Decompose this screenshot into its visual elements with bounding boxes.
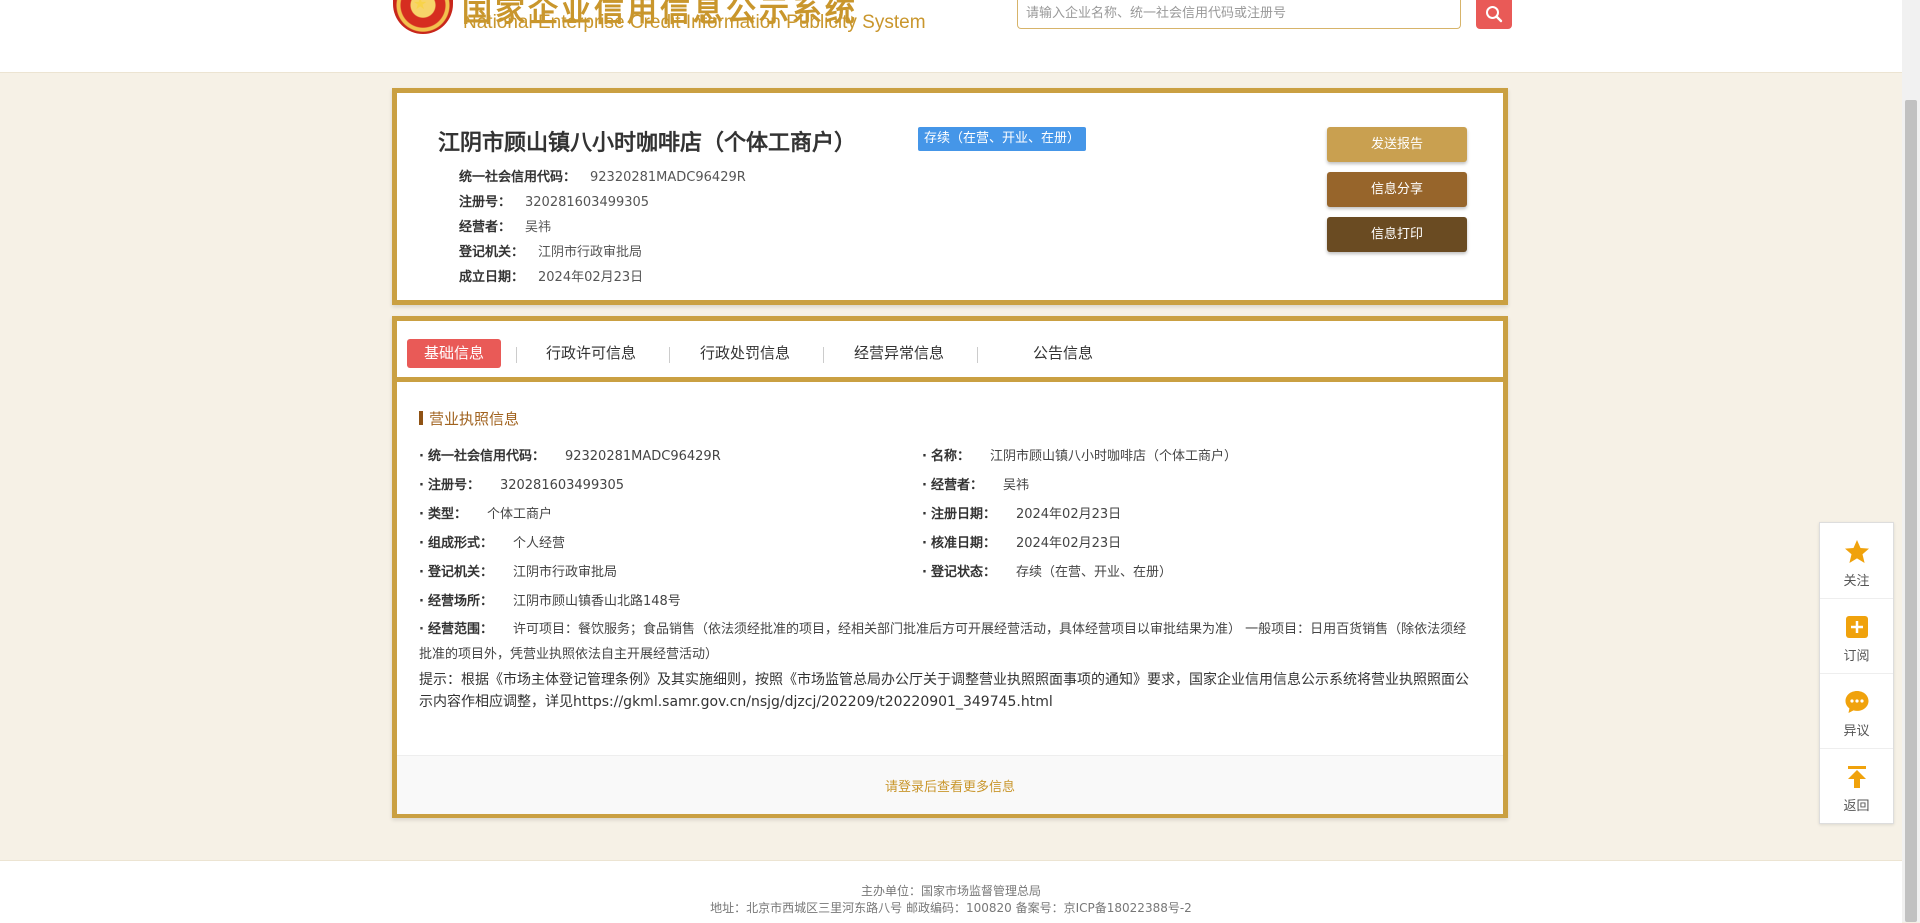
summary-value: 320281603499305: [525, 195, 650, 210]
side-toolbar: 关注 订阅 异议 返回: [1819, 522, 1894, 824]
comment-icon: [1845, 691, 1869, 713]
tab-abnormal-operation[interactable]: 经营异常信息: [854, 339, 944, 368]
subscribe-icon: [1846, 616, 1868, 638]
more-info-area: 请登录后查看更多信息: [397, 755, 1503, 814]
detail-panel: 基础信息 行政许可信息 行政处罚信息 经营异常信息 公告信息 营业执照信息 · 统…: [392, 316, 1508, 818]
field-value: 存续（在营、开业、在册）: [1015, 565, 1172, 580]
field-label: 登记状态：: [930, 565, 996, 580]
site-title-en: National Enterprise Credit Information P…: [463, 12, 926, 33]
summary-value: 江阴市行政审批局: [538, 245, 643, 260]
site-header: ★ 国家企业信用信息公示系统 National Enterprise Credi…: [0, 0, 1902, 73]
status-badge: 存续（在营、开业、在册）: [918, 127, 1087, 151]
share-button[interactable]: 信息分享: [1327, 172, 1467, 207]
footer-organizer: 主办单位：国家市场监督管理总局: [860, 884, 1041, 898]
field-label: 注册日期：: [930, 507, 996, 522]
tab-separator: [977, 347, 978, 363]
summary-label: 经营者：: [459, 220, 512, 235]
summary-label: 统一社会信用代码：: [459, 170, 577, 185]
side-item-label: 关注: [1843, 574, 1870, 589]
field-operator: · 经营者： 吴祎: [922, 478, 1029, 493]
field-approval-date: · 核准日期： 2024年02月23日: [922, 536, 1122, 551]
field-value: 江阴市顾山镇香山北路148号: [512, 594, 681, 609]
search-input[interactable]: [1018, 0, 1454, 26]
field-label: 经营场所：: [427, 594, 493, 609]
field-label: 登记机关：: [427, 565, 493, 580]
field-value: 个体工商户: [486, 507, 552, 522]
tab-bar: 基础信息 行政许可信息 行政处罚信息 经营异常信息 公告信息: [397, 321, 1503, 382]
field-label: 统一社会信用代码：: [427, 449, 545, 464]
page-scrollbar[interactable]: [1902, 0, 1920, 922]
tab-admin-penalty[interactable]: 行政处罚信息: [700, 339, 790, 368]
summary-value: 吴祎: [525, 220, 552, 235]
side-item-label: 订阅: [1843, 649, 1870, 664]
site-footer: 主办单位：国家市场监督管理总局 地址：北京市西城区三里河东路八号 邮政编码：10…: [0, 860, 1902, 923]
objection-button[interactable]: 异议: [1820, 673, 1893, 749]
search-icon: [1486, 6, 1503, 23]
tab-admin-license[interactable]: 行政许可信息: [546, 339, 636, 368]
back-to-top-button[interactable]: 返回: [1820, 748, 1893, 823]
field-reg-status: · 登记状态： 存续（在营、开业、在册）: [922, 565, 1172, 580]
summary-label: 成立日期：: [459, 270, 525, 285]
tab-announcements[interactable]: 公告信息: [1033, 339, 1093, 368]
summary-credit-code: 统一社会信用代码： 92320281MADC96429R: [459, 166, 746, 185]
tab-separator: [516, 347, 517, 363]
company-name: 江阴市顾山镇八小时咖啡店（个体工商户）: [438, 131, 857, 156]
summary-label: 注册号：: [459, 195, 512, 210]
login-more-link[interactable]: 请登录后查看更多信息: [397, 776, 1503, 795]
footer-address: 地址：北京市西城区三里河东路八号 邮政编码：100820 备案号：京ICP备18…: [710, 901, 1192, 915]
field-value: 2024年02月23日: [1015, 507, 1122, 522]
notice-text: 提示：根据《市场主体登记管理条例》及其实施细则，按照《市场监管总局办公厅关于调整…: [419, 672, 1469, 710]
print-button[interactable]: 信息打印: [1327, 217, 1467, 252]
field-reg-date: · 注册日期： 2024年02月23日: [922, 507, 1122, 522]
field-value: 吴祎: [1002, 478, 1029, 493]
section-title-text: 营业执照信息: [429, 410, 520, 428]
summary-value: 2024年02月23日: [538, 270, 644, 285]
summary-label: 登记机关：: [459, 245, 525, 260]
field-label: 核准日期：: [930, 536, 996, 551]
field-value: 个人经营: [512, 536, 565, 551]
section-marker: [419, 411, 423, 425]
field-authority: · 登记机关： 江阴市行政审批局: [419, 565, 617, 580]
follow-button[interactable]: 关注: [1820, 523, 1893, 599]
search-box: [1017, 0, 1461, 29]
field-value: 2024年02月23日: [1015, 536, 1122, 551]
field-business-scope: · 经营范围： 许可项目：餐饮服务；食品销售（依法须经批准的项目，经相关部门批准后方…: [419, 622, 1467, 662]
field-label: 注册号：: [427, 478, 480, 493]
search-button[interactable]: [1476, 0, 1512, 29]
field-label: 组成形式：: [427, 536, 493, 551]
side-item-label: 异议: [1843, 724, 1870, 739]
summary-reg-no: 注册号： 320281603499305: [459, 191, 649, 210]
field-value: 江阴市顾山镇八小时咖啡店（个体工商户）: [989, 449, 1237, 464]
field-reg-no: · 注册号： 320281603499305: [419, 478, 625, 493]
company-summary-panel: 江阴市顾山镇八小时咖啡店（个体工商户） 存续（在营、开业、在册） 统一社会信用代…: [392, 88, 1508, 305]
back-to-top-icon: [1848, 766, 1866, 788]
field-premises: · 经营场所： 江阴市顾山镇香山北路148号: [419, 594, 681, 609]
summary-operator: 经营者： 吴祎: [459, 216, 551, 235]
field-label: 经营者：: [930, 478, 983, 493]
summary-established: 成立日期： 2024年02月23日: [459, 266, 643, 285]
field-name: · 名称： 江阴市顾山镇八小时咖啡店（个体工商户）: [922, 449, 1237, 464]
field-form: · 组成形式： 个人经营: [419, 536, 565, 551]
summary-authority: 登记机关： 江阴市行政审批局: [459, 241, 642, 260]
field-label: 名称：: [930, 449, 970, 464]
field-credit-code: · 统一社会信用代码： 92320281MADC96429R: [419, 449, 721, 464]
scrollbar-thumb[interactable]: [1905, 100, 1917, 922]
field-value: 江阴市行政审批局: [512, 565, 617, 580]
send-report-button[interactable]: 发送报告: [1327, 127, 1467, 162]
national-emblem-icon: ★: [393, 0, 453, 34]
field-label: 类型：: [427, 507, 467, 522]
field-value: 许可项目：餐饮服务；食品销售（依法须经批准的项目，经相关部门批准后方可开展经营活…: [419, 622, 1467, 662]
tab-basic-info[interactable]: 基础信息: [407, 339, 502, 368]
tab-separator: [823, 347, 824, 363]
section-title: 营业执照信息: [419, 408, 519, 429]
tab-separator: [669, 347, 670, 363]
star-icon: [1845, 540, 1869, 563]
field-label: 经营范围：: [427, 622, 493, 637]
field-value: 92320281MADC96429R: [564, 449, 721, 464]
side-item-label: 返回: [1843, 799, 1870, 814]
summary-value: 92320281MADC96429R: [590, 170, 746, 185]
field-type: · 类型： 个体工商户: [419, 507, 552, 522]
subscribe-button[interactable]: 订阅: [1820, 598, 1893, 674]
field-value: 320281603499305: [499, 478, 625, 493]
